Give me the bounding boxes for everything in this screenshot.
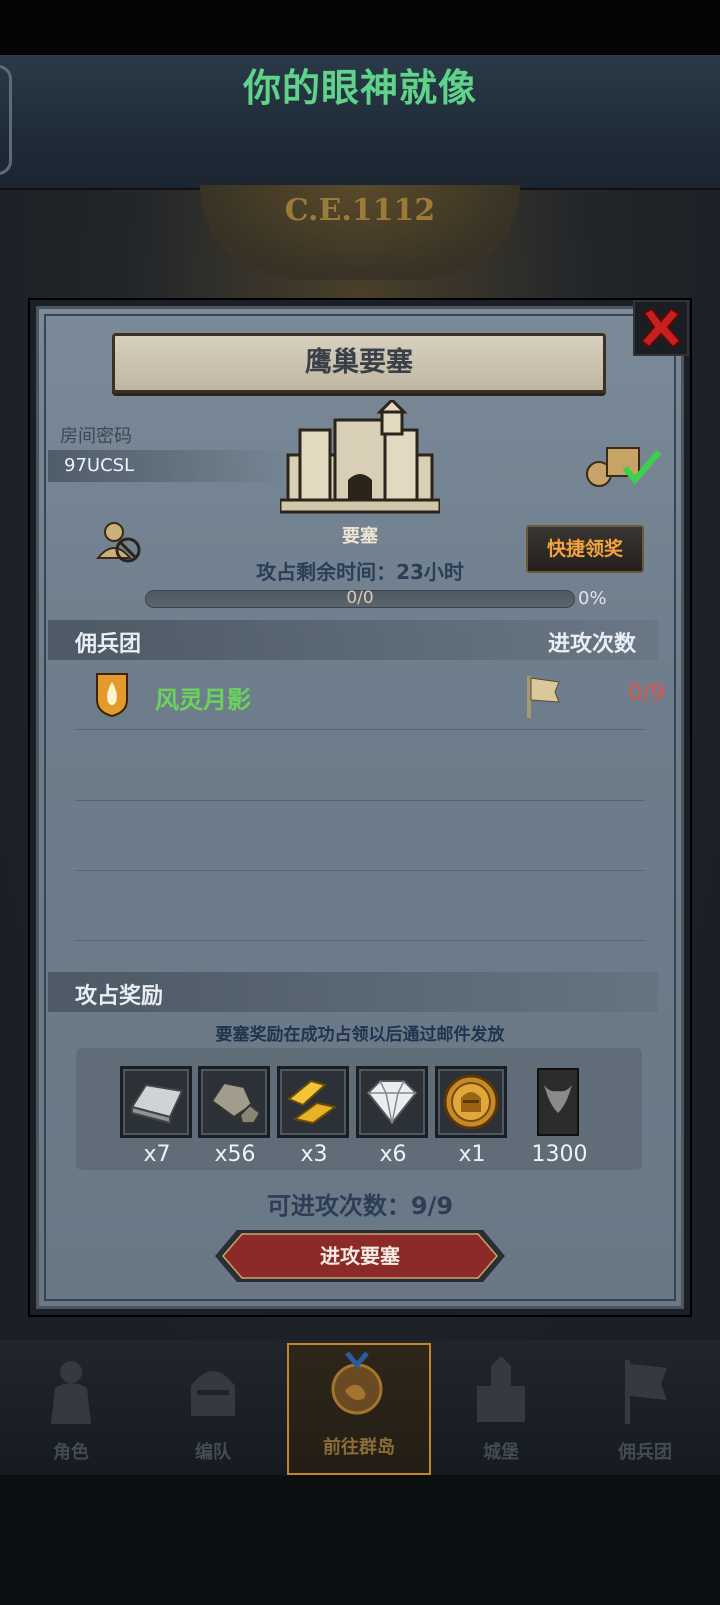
reward-section-label: 攻占奖励 (75, 984, 164, 1009)
diamond-icon (366, 1080, 418, 1125)
nav-label: 前往群岛 (323, 1437, 395, 1458)
fortress-castle-icon (280, 400, 440, 514)
room-code-value[interactable]: 97UCSL (64, 455, 134, 476)
bottom-area (0, 1475, 720, 1605)
capture-progress-text: 0/0 (346, 588, 374, 608)
guild-name: 风灵月影 (155, 686, 251, 714)
year-text: C.E.1112 (284, 193, 436, 228)
attack-fortress-button[interactable]: 进攻要塞 (215, 1228, 505, 1284)
gold-bars-icon (287, 1079, 338, 1125)
reward-item[interactable]: x7 (120, 1066, 194, 1167)
reward-item[interactable]: x1 (435, 1066, 509, 1167)
guild-section-label: 佣兵团 (75, 632, 142, 657)
reward-item[interactable]: x56 (198, 1066, 272, 1167)
nav-item-castle[interactable]: 城堡 (436, 1350, 566, 1470)
flag-icon (527, 676, 560, 718)
knight-icon (51, 1361, 91, 1424)
reward-claimed-icon[interactable] (585, 440, 665, 490)
reward-quantity: x3 (300, 1142, 328, 1167)
helmet-icon (191, 1371, 235, 1416)
empty-row-divider (75, 870, 645, 871)
nav-item-formation[interactable]: 编队 (148, 1350, 278, 1470)
silver-ingot-icon (130, 1083, 184, 1125)
spectator-disabled-icon[interactable] (96, 518, 144, 566)
close-button[interactable] (633, 300, 689, 356)
capture-timer: 攻占剩余时间：23小时 (256, 560, 464, 584)
stone-ore-icon (210, 1081, 262, 1124)
empty-row-divider (75, 940, 645, 941)
nav-item-islands[interactable]: 前往群岛 (287, 1343, 431, 1475)
knight-coin-icon (443, 1074, 499, 1130)
nav-label: 城堡 (483, 1442, 519, 1463)
reward-quantity: x7 (143, 1142, 171, 1167)
reward-item[interactable]: x6 (356, 1066, 430, 1167)
guild-attack-count: 0/9 (627, 680, 665, 706)
fortress-name: 要塞 (342, 526, 378, 547)
reward-item[interactable]: x3 (277, 1066, 351, 1167)
status-bar (0, 0, 720, 55)
attack-count-label: 进攻次数 (548, 632, 637, 657)
island-icon (331, 1351, 383, 1415)
reward-quantity: x6 (379, 1142, 407, 1167)
attack-button-label: 进攻要塞 (320, 1244, 400, 1268)
banner-icon (625, 1360, 667, 1424)
attacks-remaining: 可进攻次数：9/9 (266, 1192, 454, 1220)
nav-item-character[interactable]: 角色 (6, 1350, 136, 1470)
dialog-title: 鹰巢要塞 (305, 347, 413, 378)
nav-item-mercenary[interactable]: 佣兵团 (580, 1350, 710, 1470)
reward-note: 要塞奖励在成功占领以后通过邮件发放 (215, 1025, 505, 1045)
dialog-title-banner: 鹰巢要塞 (112, 333, 606, 393)
guild-row[interactable]: 风灵月影 0/9 (75, 668, 665, 730)
nav-label: 编队 (195, 1442, 231, 1463)
top-bar: 你的眼神就像 (0, 55, 720, 190)
year-badge: C.E.1112 (200, 185, 520, 280)
page-title: 你的眼神就像 (242, 66, 477, 110)
reward-quantity: x56 (214, 1142, 256, 1167)
reward-quantity: 1300 (531, 1142, 588, 1167)
empty-row-divider (75, 800, 645, 801)
reward-quantity: x1 (458, 1142, 486, 1167)
nav-label: 角色 (53, 1442, 89, 1463)
castle-icon (477, 1356, 525, 1422)
guild-emblem-icon (96, 673, 128, 718)
capture-progress-percent: 0% (578, 588, 607, 609)
reward-item[interactable]: 1300 (522, 1066, 597, 1167)
close-icon (640, 307, 682, 349)
bull-banner-icon (537, 1068, 579, 1136)
nav-label: 佣兵团 (618, 1442, 672, 1463)
room-code-label: 房间密码 (60, 426, 132, 447)
quick-claim-button[interactable]: 快捷领奖 (526, 525, 644, 573)
